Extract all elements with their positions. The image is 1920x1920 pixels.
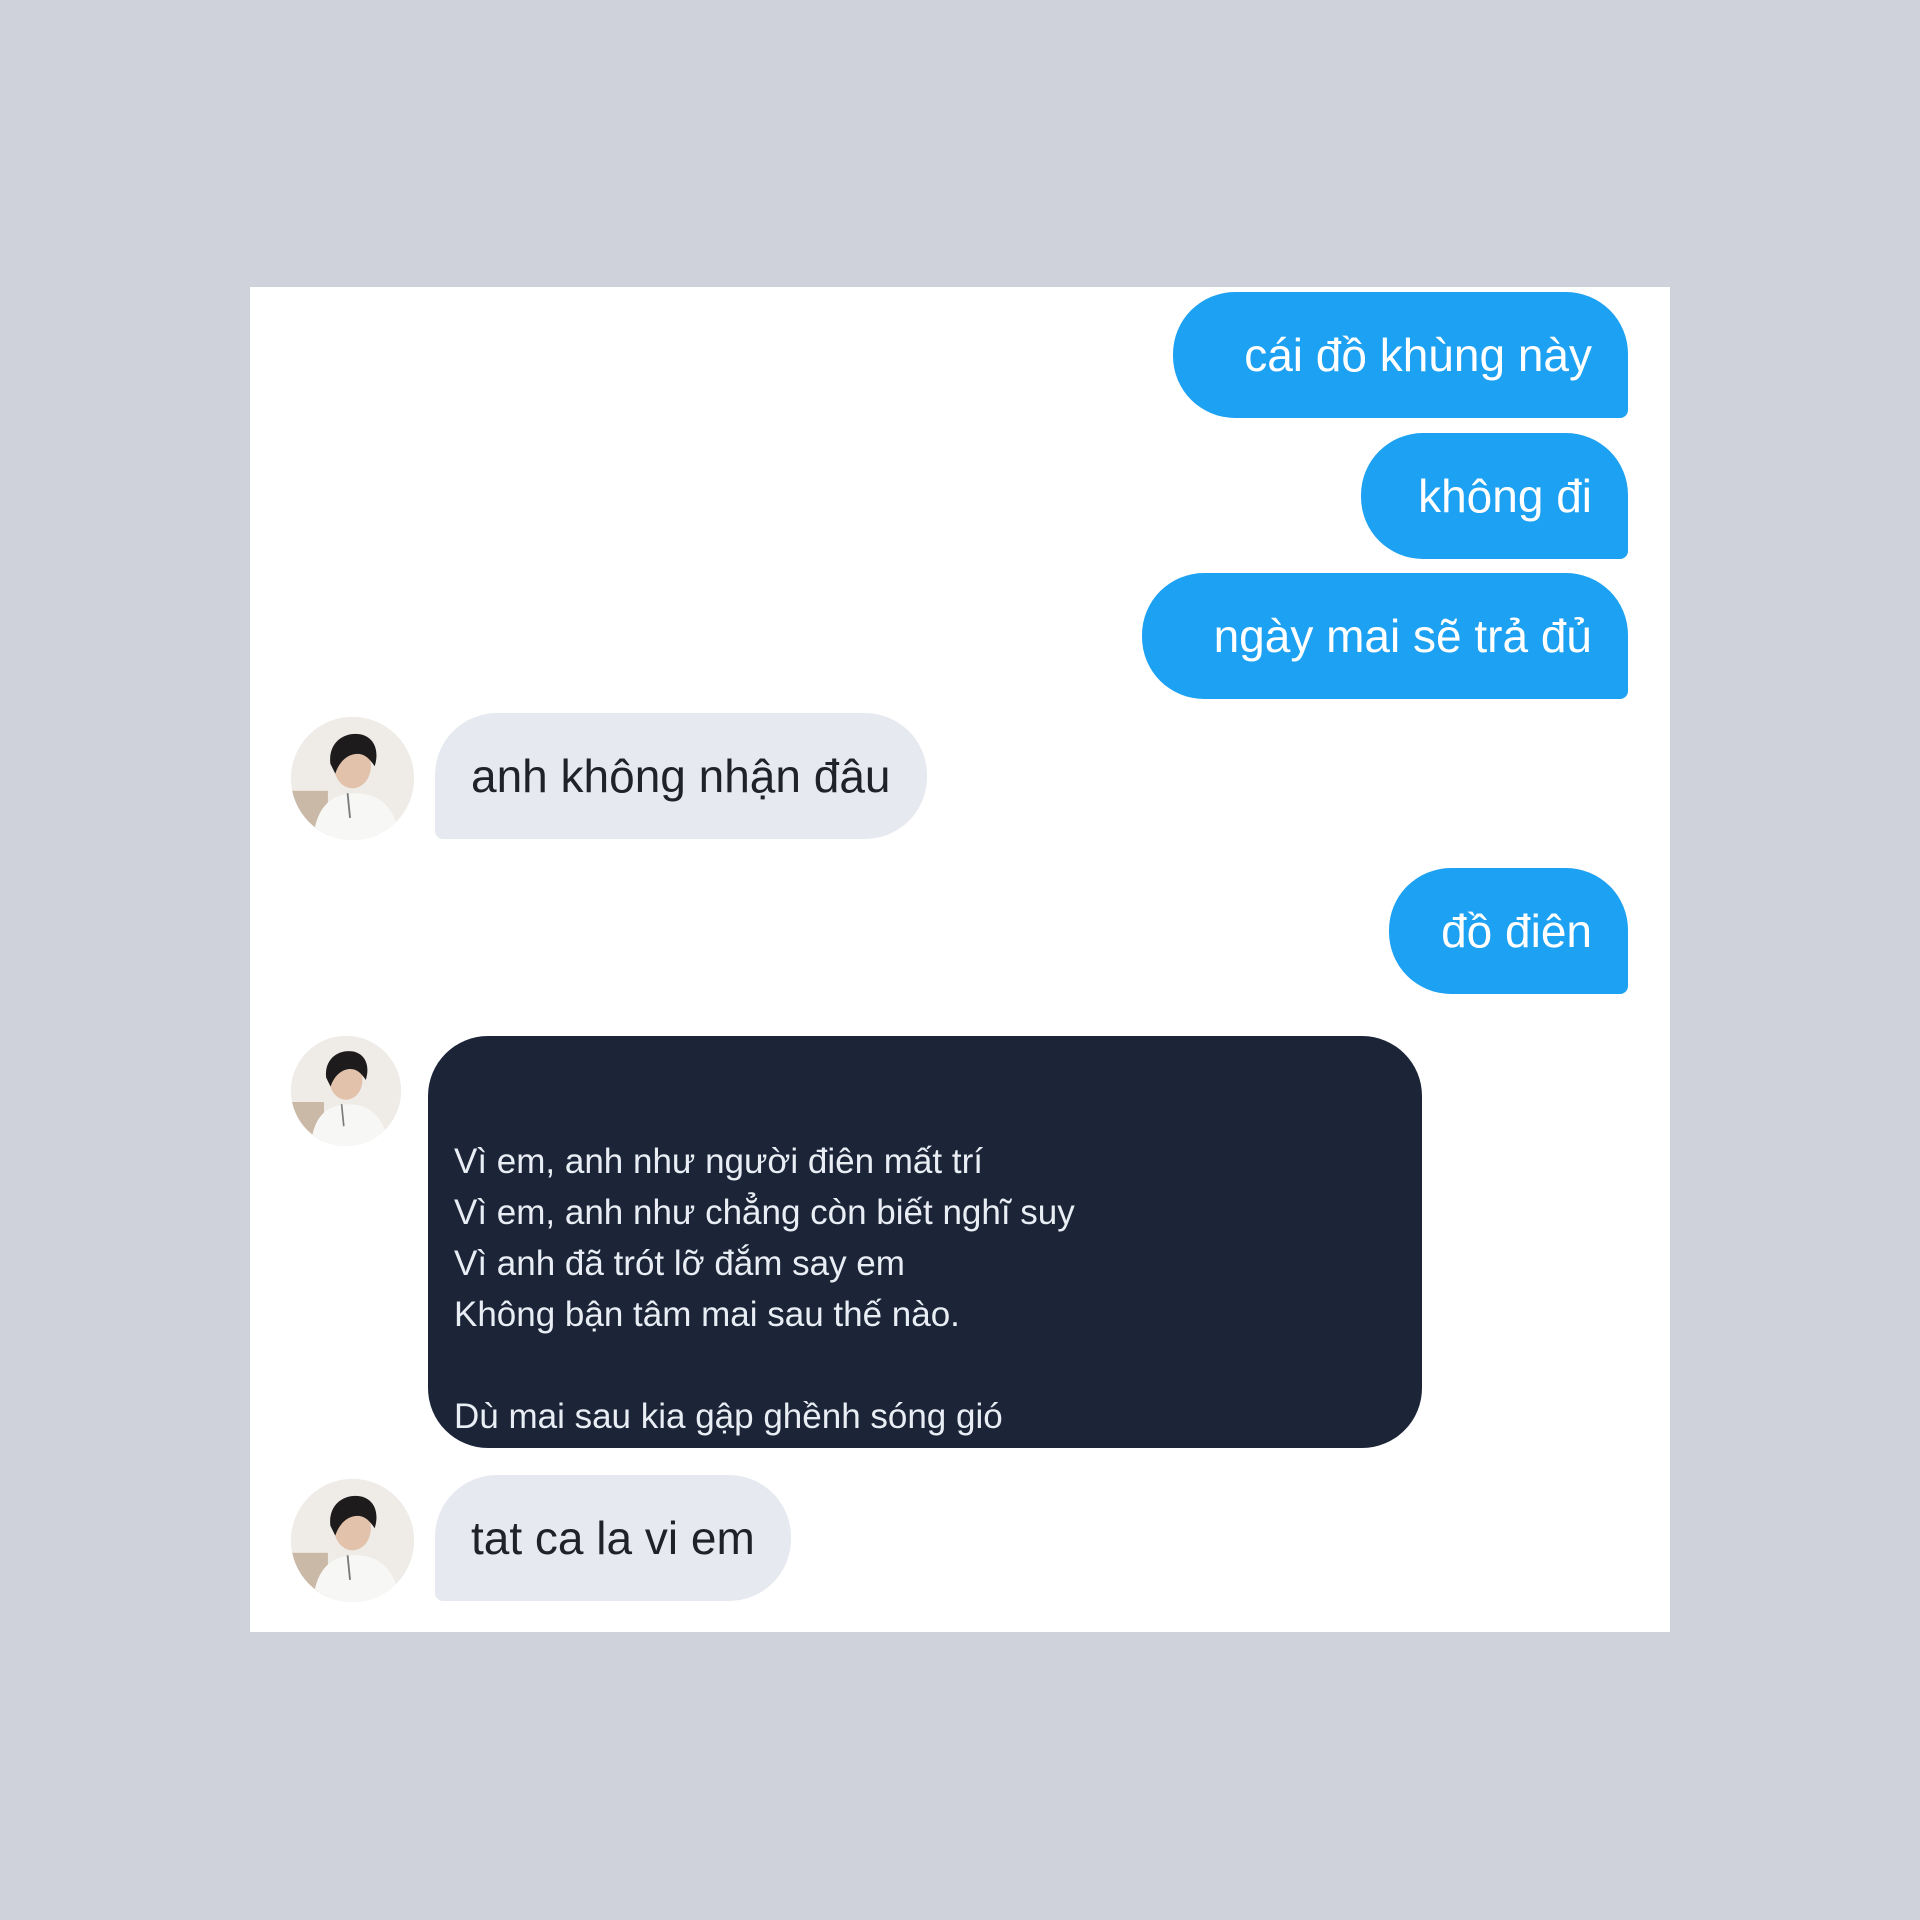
profile-photo-avatar-icon	[291, 1036, 401, 1146]
received-message-bubble[interactable]: anh không nhận đâu	[435, 713, 927, 839]
lyrics-message-bubble[interactable]: Vì em, anh như người điên mất trí Vì em,…	[428, 1036, 1422, 1448]
message-text: không đi	[1418, 470, 1592, 522]
message-text: anh không nhận đâu	[471, 750, 891, 802]
profile-photo-avatar-icon	[291, 1479, 414, 1602]
message-text: tat ca la vi em	[471, 1512, 755, 1564]
message-text: đồ điên	[1441, 905, 1592, 957]
sent-message-bubble[interactable]: không đi	[1361, 433, 1628, 559]
message-text: Vì em, anh như người điên mất trí Vì em,…	[454, 1142, 1075, 1436]
message-text: ngày mai sẽ trả đủ	[1213, 610, 1592, 662]
received-message-bubble[interactable]: tat ca la vi em	[435, 1475, 791, 1601]
avatar[interactable]	[291, 1036, 401, 1146]
chat-thread: cái đồ khùng này không đi ngày mai sẽ tr…	[250, 287, 1670, 1632]
sent-message-bubble[interactable]: ngày mai sẽ trả đủ	[1142, 573, 1628, 699]
profile-photo-avatar-icon	[291, 717, 414, 840]
sent-message-bubble[interactable]: cái đồ khùng này	[1173, 292, 1628, 418]
avatar[interactable]	[291, 717, 414, 840]
message-text: cái đồ khùng này	[1244, 329, 1592, 381]
sent-message-bubble[interactable]: đồ điên	[1389, 868, 1628, 994]
avatar[interactable]	[291, 1479, 414, 1602]
